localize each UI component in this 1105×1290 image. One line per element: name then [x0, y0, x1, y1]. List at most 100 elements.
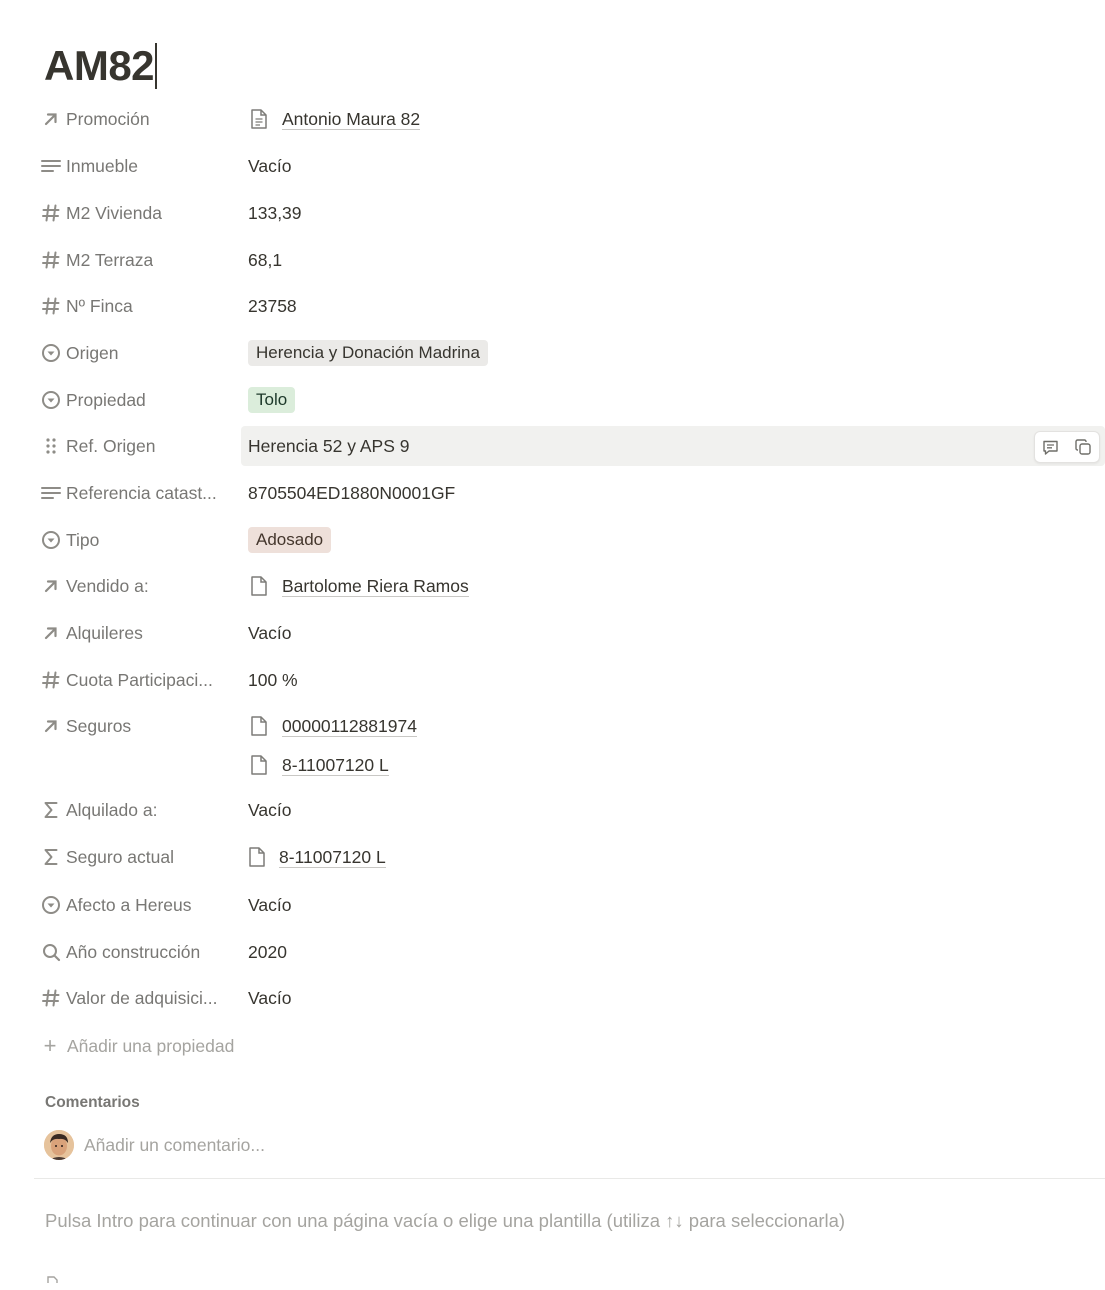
property-label: Origen: [66, 342, 119, 363]
select-circle-icon: [40, 389, 62, 411]
page-title[interactable]: AM82: [44, 38, 158, 94]
property-value[interactable]: 100 %: [241, 660, 1105, 700]
relation-link[interactable]: 00000112881974: [282, 716, 417, 737]
property-row-afecto-a-hereus: Afecto a Hereus Vacío: [0, 885, 1105, 925]
property-row-ref-origen: Ref. Origen Herencia 52 y APS 9: [0, 426, 1105, 466]
relation-link[interactable]: 8-11007120 L: [282, 755, 389, 776]
search-icon: [40, 941, 62, 963]
hash-icon: [40, 295, 62, 317]
template-hint: Pulsa Intro para continuar con una págin…: [45, 1210, 846, 1231]
property-row-seguros: Seguros 00000112881974 8-11007120 L: [0, 706, 1105, 786]
property-label: Referencia catast...: [66, 482, 217, 503]
property-label: Seguros: [66, 715, 132, 736]
property-row-vendido-a: Vendido a: Bartolome Riera Ramos: [0, 566, 1105, 606]
property-name[interactable]: Año construcción: [40, 932, 230, 972]
property-name[interactable]: Promoción: [40, 99, 230, 139]
property-name[interactable]: M2 Vivienda: [40, 193, 230, 233]
property-name[interactable]: Tipo: [40, 520, 230, 560]
comment-icon[interactable]: [1042, 439, 1059, 456]
property-name[interactable]: Referencia catast...: [40, 473, 230, 513]
arrow-up-right-icon: [40, 715, 62, 737]
property-label: Cuota Participaci...: [66, 669, 213, 690]
property-value[interactable]: Tolo: [241, 380, 1105, 420]
select-tag[interactable]: Adosado: [248, 527, 332, 553]
property-row-tipo: Tipo Adosado: [0, 520, 1105, 560]
property-label: Propiedad: [66, 389, 146, 410]
property-value[interactable]: Vacío: [241, 885, 1105, 925]
page-icon: [46, 1272, 60, 1283]
avatar: [44, 1130, 74, 1160]
property-value[interactable]: Vacío: [241, 978, 1105, 1018]
property-label: Valor de adquisici...: [66, 987, 218, 1008]
property-label: Ref. Origen: [66, 435, 156, 456]
property-label: Nº Finca: [66, 295, 133, 316]
property-row-origen: Origen Herencia y Donación Madrina: [0, 333, 1105, 373]
property-name[interactable]: Alquilado a:: [40, 790, 230, 830]
property-name[interactable]: M2 Terraza: [40, 240, 230, 280]
property-name[interactable]: Inmueble: [40, 146, 230, 186]
property-value[interactable]: 68,1: [241, 240, 1105, 280]
property-name[interactable]: Cuota Participaci...: [40, 660, 230, 700]
select-tag[interactable]: Herencia y Donación Madrina: [248, 340, 488, 366]
property-value[interactable]: Vacío: [241, 790, 1105, 830]
property-value[interactable]: Antonio Maura 82: [241, 99, 1105, 139]
page-doc-icon: [250, 107, 272, 131]
property-name[interactable]: Seguros: [40, 706, 230, 746]
property-label: Tipo: [66, 529, 100, 550]
property-name[interactable]: Seguro actual: [40, 837, 230, 877]
page-title-text[interactable]: AM82: [44, 42, 155, 90]
property-value[interactable]: Vacío: [241, 613, 1105, 653]
property-name[interactable]: Vendido a:: [40, 566, 230, 606]
relation-item[interactable]: Antonio Maura 82: [248, 107, 421, 131]
property-value[interactable]: Adosado: [241, 520, 1105, 560]
relation-link[interactable]: Antonio Maura 82: [282, 109, 421, 130]
property-name[interactable]: Nº Finca: [40, 286, 230, 326]
relation-item[interactable]: 00000112881974: [248, 706, 417, 746]
property-value[interactable]: Vacío: [241, 146, 1105, 186]
property-name[interactable]: Ref. Origen: [40, 426, 230, 466]
property-value[interactable]: 00000112881974 8-11007120 L: [241, 706, 1105, 786]
property-value[interactable]: 8-11007120 L: [241, 837, 1105, 877]
property-label: Promoción: [66, 108, 150, 129]
property-row-valor-adquisicion: Valor de adquisici... Vacío: [0, 978, 1105, 1018]
property-name[interactable]: Origen: [40, 333, 230, 373]
property-value[interactable]: Herencia y Donación Madrina: [241, 333, 1105, 373]
property-value[interactable]: Herencia 52 y APS 9: [241, 426, 1105, 466]
property-name[interactable]: Afecto a Hereus: [40, 885, 230, 925]
relation-item[interactable]: 8-11007120 L: [248, 845, 386, 869]
text-lines-icon: [40, 482, 62, 504]
property-value[interactable]: 133,39: [241, 193, 1105, 233]
select-circle-icon: [40, 894, 62, 916]
arrow-up-right-icon: [40, 108, 62, 130]
relation-link[interactable]: 8-11007120 L: [279, 847, 386, 868]
property-name[interactable]: Alquileres: [40, 613, 230, 653]
drag-handle-icon[interactable]: [40, 435, 62, 457]
property-row-inmueble: Inmueble Vacío: [0, 146, 1105, 186]
property-name[interactable]: Propiedad: [40, 380, 230, 420]
property-value[interactable]: 8705504ED1880N0001GF: [241, 473, 1105, 513]
property-name[interactable]: Valor de adquisici...: [40, 978, 230, 1018]
select-tag[interactable]: Tolo: [248, 387, 296, 413]
relation-link[interactable]: Bartolome Riera Ramos: [282, 576, 469, 597]
page-icon: [248, 845, 270, 869]
page-icon: [250, 574, 272, 598]
plus-icon: +: [43, 1033, 57, 1058]
property-label: Alquilado a:: [66, 799, 158, 820]
comment-composer[interactable]: Añadir un comentario...: [44, 1128, 265, 1162]
relation-item[interactable]: 8-11007120 L: [248, 746, 389, 784]
copy-icon[interactable]: [1074, 438, 1092, 456]
hash-icon: [40, 202, 62, 224]
hash-icon: [40, 669, 62, 691]
relation-item[interactable]: Bartolome Riera Ramos: [248, 574, 469, 598]
property-row-alquilado-a: Alquilado a: Vacío: [0, 790, 1105, 830]
comment-input[interactable]: Añadir un comentario...: [84, 1135, 265, 1156]
property-value[interactable]: 2020: [241, 932, 1105, 972]
property-value[interactable]: 23758: [241, 286, 1105, 326]
arrow-up-right-icon: [40, 575, 62, 597]
property-label: Afecto a Hereus: [66, 894, 192, 915]
property-value-text: Herencia 52 y APS 9: [248, 435, 410, 456]
divider: [34, 1178, 1105, 1179]
property-value[interactable]: Bartolome Riera Ramos: [241, 566, 1105, 606]
select-circle-icon: [40, 342, 62, 364]
add-property-button[interactable]: + Añadir una propiedad: [42, 1030, 235, 1062]
